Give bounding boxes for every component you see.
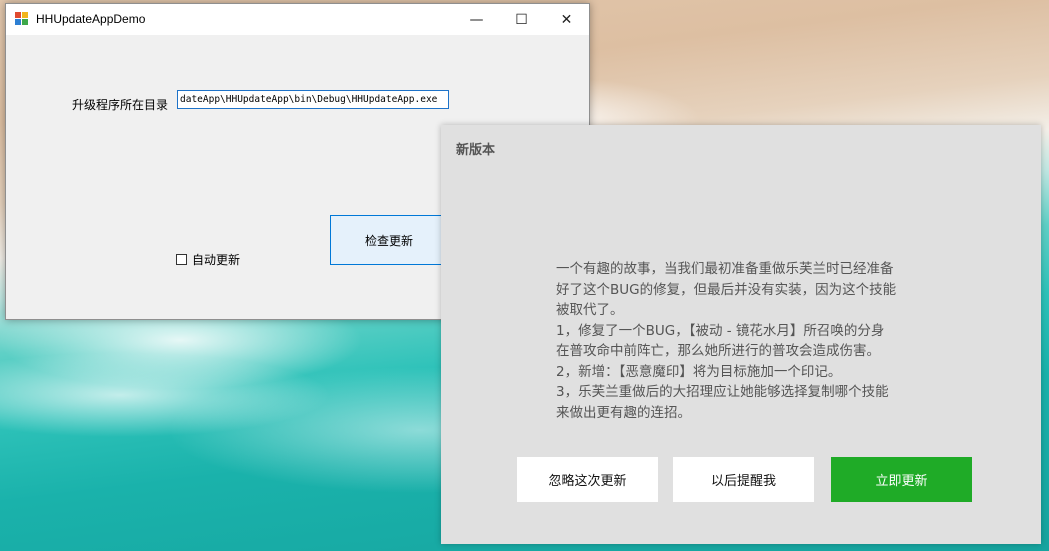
release-notes: 一个有趣的故事，当我们最初准备重做乐芙兰时已经准备 好了这个BUG的修复，但最后… <box>556 259 941 423</box>
release-note-line: 被取代了。 <box>556 302 624 318</box>
maximize-icon: ☐ <box>515 11 528 28</box>
window-titlebar[interactable]: HHUpdateAppDemo — ☐ ✕ <box>6 4 589 35</box>
app-icon <box>15 12 29 26</box>
auto-update-label: 自动更新 <box>192 252 241 267</box>
remind-later-button[interactable]: 以后提醒我 <box>673 457 814 502</box>
release-note-line: 来做出更有趣的连招。 <box>556 404 691 421</box>
dialog-title: 新版本 <box>456 143 496 158</box>
release-note-line: 1，修复了一个BUG，【被动 - 镜花水月】所召唤的分身 <box>556 322 885 339</box>
release-note-line: 2，新增：【恶意魔印】将为目标施加一个印记。 <box>556 363 842 380</box>
auto-update-checkbox[interactable]: 自动更新 <box>176 251 240 267</box>
checkbox-box-icon <box>176 253 187 265</box>
updater-path-value: dateApp\HHUpdateApp\bin\Debug\HHUpdateAp… <box>180 94 438 105</box>
maximize-button[interactable]: ☐ <box>499 4 544 35</box>
close-button[interactable]: ✕ <box>544 4 589 35</box>
release-note-line: 3，乐芙兰重做后的大招理应让她能够选择复制哪个技能 <box>556 384 889 400</box>
check-update-button[interactable]: 检查更新 <box>330 215 448 265</box>
updater-directory-label: 升级程序所在目录 <box>72 98 169 112</box>
updater-path-input[interactable]: dateApp\HHUpdateApp\bin\Debug\HHUpdateAp… <box>177 90 449 109</box>
ignore-update-button[interactable]: 忽略这次更新 <box>517 457 658 502</box>
update-now-button[interactable]: 立即更新 <box>831 457 972 502</box>
release-note-line: 一个有趣的故事，当我们最初准备重做乐芙兰时已经准备 <box>556 261 894 277</box>
release-note-line: 好了这个BUG的修复，但最后并没有实装，因为这个技能 <box>556 281 897 298</box>
minimize-icon: — <box>469 11 484 28</box>
minimize-button[interactable]: — <box>454 4 499 35</box>
release-note-line: 在普攻命中前阵亡，那么她所进行的普攻会造成伤害。 <box>556 343 880 359</box>
close-icon: ✕ <box>560 11 573 28</box>
window-title: HHUpdateAppDemo <box>36 12 146 26</box>
update-dialog: 新版本 一个有趣的故事，当我们最初准备重做乐芙兰时已经准备 好了这个BUG的修复… <box>441 125 1041 544</box>
